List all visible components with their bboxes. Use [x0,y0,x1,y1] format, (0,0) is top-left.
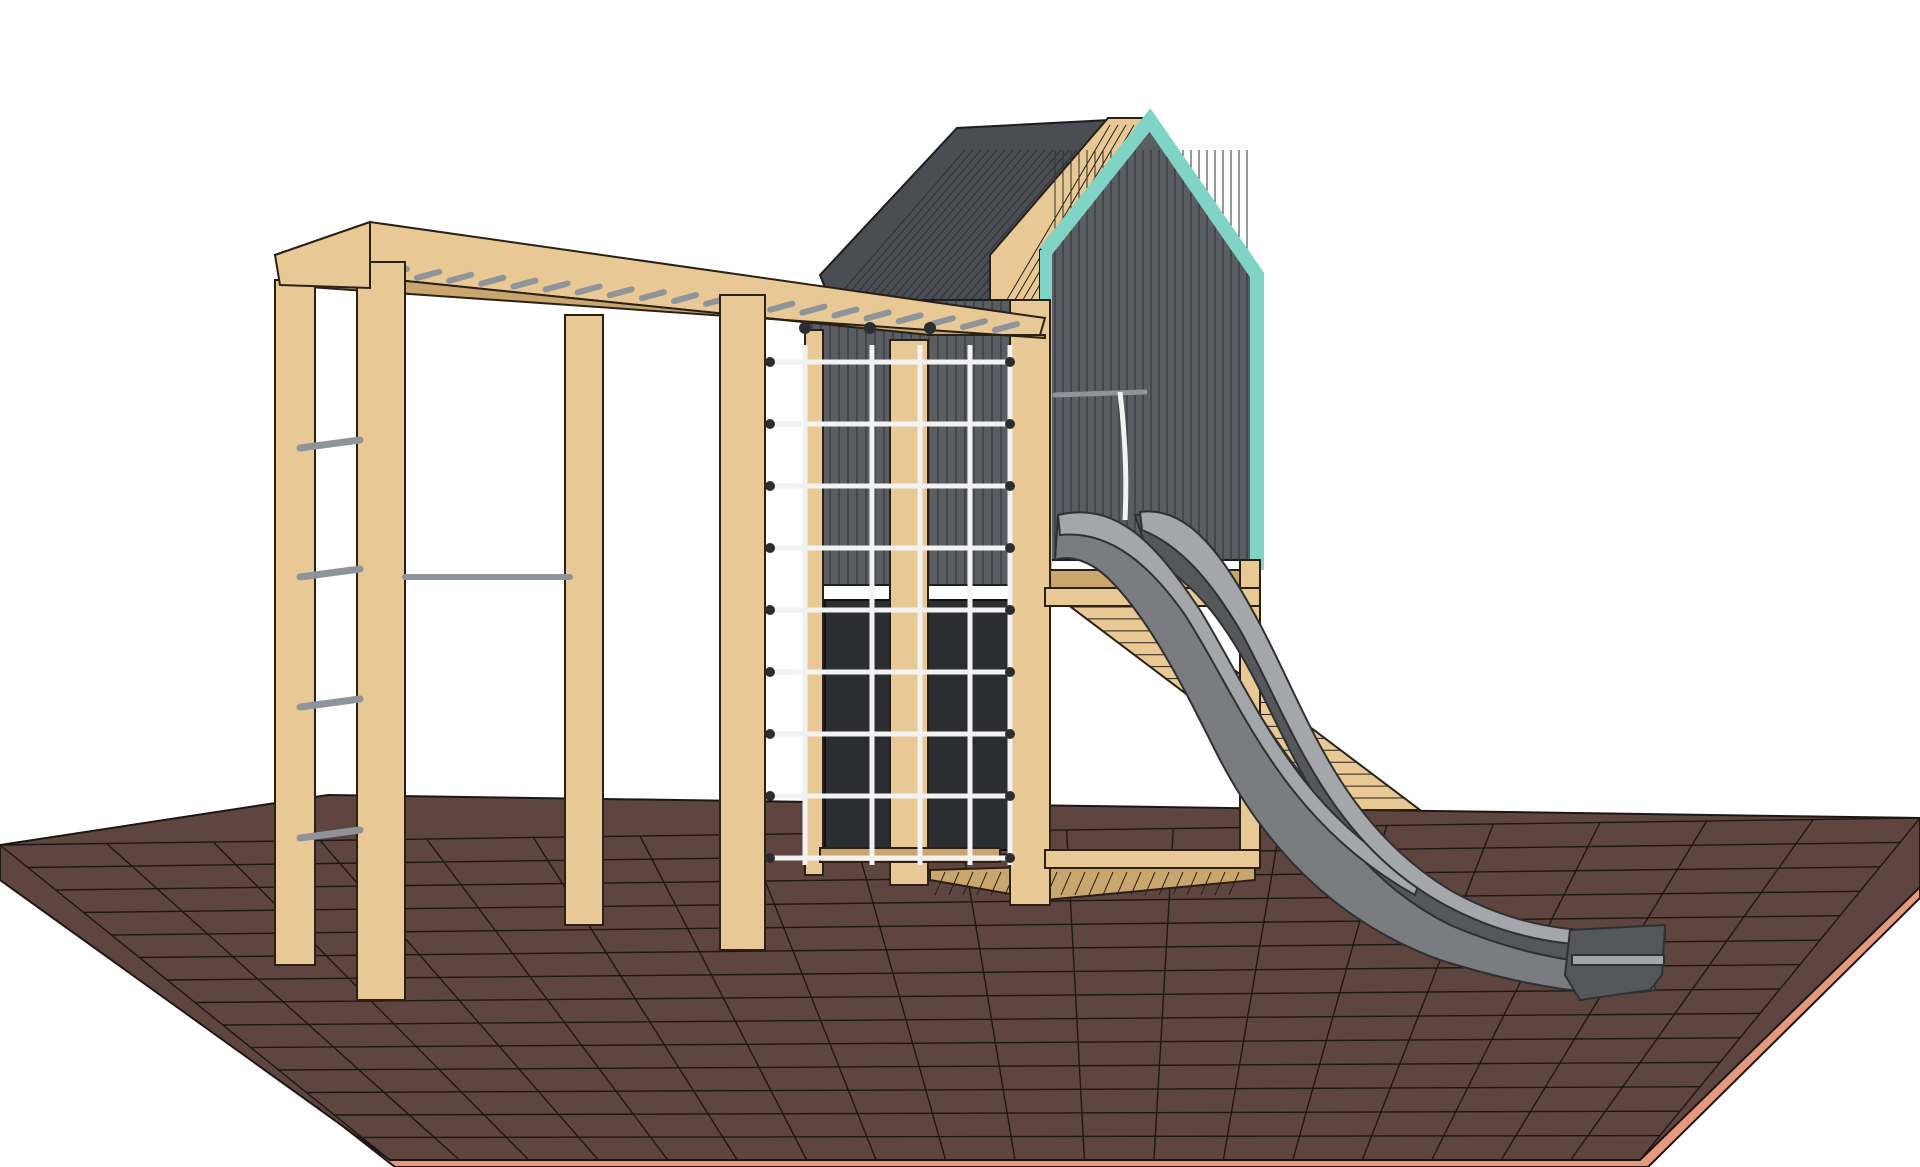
net-anchor [765,729,775,739]
post-back-left [274,279,316,966]
net-anchor [765,605,775,615]
post-middle [564,314,604,926]
net-anchor [765,481,775,491]
net-anchor [1005,729,1015,739]
net-anchor [1005,667,1015,677]
net-anchor [765,853,775,863]
net-hook [799,322,811,334]
net-anchor [1005,605,1015,615]
net-anchor [1005,791,1015,801]
post-front-left [356,261,406,1001]
net-hook [924,322,936,334]
net-anchor [1005,481,1015,491]
swing-bar [1052,389,1148,398]
net-anchor [765,543,775,553]
playground-scene [0,0,1920,1167]
net-anchor [1005,357,1015,367]
net-anchor [1005,419,1015,429]
net-anchor [765,419,775,429]
playground-render [0,108,1920,1167]
slide-end-lip [1571,954,1665,966]
net-anchor [765,791,775,801]
post-front-right [719,294,766,951]
net-anchor [765,667,775,677]
post-net-left [804,329,824,876]
net-anchor [1005,853,1015,863]
net-anchor [1005,543,1015,553]
net-anchor [765,357,775,367]
front-beam [273,220,371,290]
house-beam-low [1044,849,1261,869]
net-hook [864,322,876,334]
